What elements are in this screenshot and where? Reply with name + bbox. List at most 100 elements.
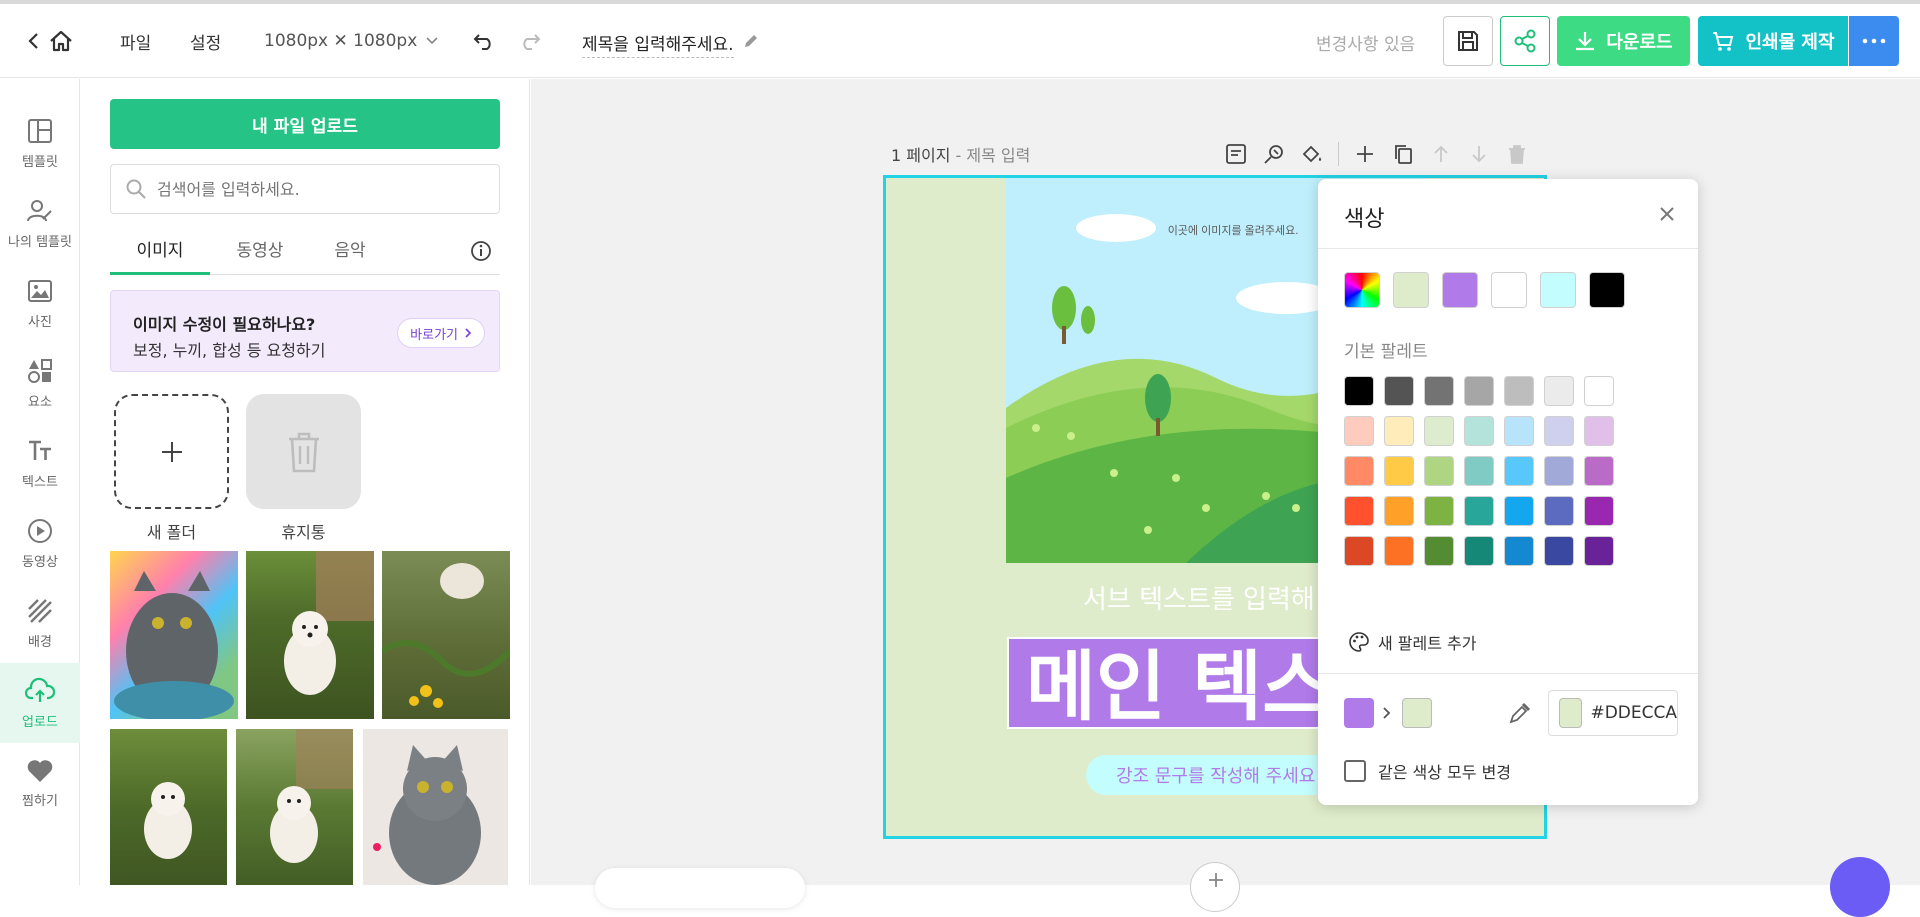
recent-color-swatch[interactable] xyxy=(1540,272,1576,308)
trash-button[interactable] xyxy=(246,394,361,509)
palette-color-swatch[interactable] xyxy=(1424,456,1454,486)
palette-color-swatch[interactable] xyxy=(1544,456,1574,486)
tab-images[interactable]: 이미지 xyxy=(110,229,210,275)
hex-value[interactable]: #DDECCA xyxy=(1590,703,1677,723)
palette-color-swatch[interactable] xyxy=(1344,456,1374,486)
palette-color-swatch[interactable] xyxy=(1504,456,1534,486)
palette-color-swatch[interactable] xyxy=(1584,416,1614,446)
canvas-size-select[interactable]: 1080px ✕ 1080px xyxy=(264,4,439,78)
duplicate-icon[interactable] xyxy=(1391,142,1415,166)
recent-color-swatch[interactable] xyxy=(1442,272,1478,308)
search-box[interactable] xyxy=(110,164,500,214)
add-page-button[interactable] xyxy=(1190,862,1240,912)
palette-color-swatch[interactable] xyxy=(1424,496,1454,526)
edit-title-button[interactable] xyxy=(742,4,760,78)
change-all-same-color-option[interactable]: 같은 색상 모두 변경 xyxy=(1344,759,1511,783)
palette-color-swatch[interactable] xyxy=(1544,536,1574,566)
recent-color-swatch[interactable] xyxy=(1491,272,1527,308)
sidebar-item-video[interactable]: 동영상 xyxy=(0,503,80,583)
sub-text[interactable]: 서브 텍스트를 입력해 주 xyxy=(1083,585,1347,615)
recent-color-swatch[interactable] xyxy=(1393,272,1429,308)
info-icon[interactable] xyxy=(470,240,492,262)
close-icon[interactable] xyxy=(1658,205,1676,223)
palette-color-swatch[interactable] xyxy=(1544,376,1574,406)
sidebar-item-templates[interactable]: 템플릿 xyxy=(0,103,80,183)
paint-bucket-icon[interactable] xyxy=(1300,142,1324,166)
upload-my-file-button[interactable]: 내 파일 업로드 xyxy=(110,99,500,149)
palette-color-swatch[interactable] xyxy=(1584,536,1614,566)
tab-videos[interactable]: 동영상 xyxy=(210,229,310,275)
change-all-checkbox[interactable] xyxy=(1344,760,1366,782)
palette-color-swatch[interactable] xyxy=(1504,496,1534,526)
emphasis-text[interactable]: 강조 문구를 작성해 주세요 xyxy=(1116,766,1315,787)
palette-color-swatch[interactable] xyxy=(1384,416,1414,446)
palette-color-swatch[interactable] xyxy=(1424,416,1454,446)
magic-wand-icon[interactable] xyxy=(1262,142,1286,166)
move-down-icon[interactable] xyxy=(1467,142,1491,166)
palette-color-swatch[interactable] xyxy=(1464,376,1494,406)
home-button[interactable] xyxy=(48,4,74,78)
image-thumb-cat-2[interactable] xyxy=(363,729,508,885)
palette-color-swatch[interactable] xyxy=(1504,416,1534,446)
palette-color-swatch[interactable] xyxy=(1504,536,1534,566)
image-thumb-dog-2[interactable] xyxy=(382,551,510,719)
sidebar-item-my-templates[interactable]: 나의 템플릿 xyxy=(0,183,80,263)
image-thumb-cat-1[interactable] xyxy=(110,551,238,719)
move-up-icon[interactable] xyxy=(1429,142,1453,166)
palette-color-swatch[interactable] xyxy=(1424,376,1454,406)
file-menu[interactable]: 파일 xyxy=(120,4,151,78)
palette-color-swatch[interactable] xyxy=(1344,536,1374,566)
search-input[interactable] xyxy=(157,179,477,199)
image-thumb-dog-1[interactable] xyxy=(246,551,374,719)
undo-button[interactable] xyxy=(472,4,496,78)
palette-color-swatch[interactable] xyxy=(1584,496,1614,526)
palette-color-swatch[interactable] xyxy=(1584,456,1614,486)
palette-color-swatch[interactable] xyxy=(1344,376,1374,406)
recent-color-swatch[interactable] xyxy=(1589,272,1625,308)
main-text[interactable]: 메인 텍스 xyxy=(1026,642,1332,731)
palette-color-swatch[interactable] xyxy=(1544,496,1574,526)
share-button[interactable] xyxy=(1500,16,1550,66)
palette-color-swatch[interactable] xyxy=(1584,376,1614,406)
palette-color-swatch[interactable] xyxy=(1344,496,1374,526)
palette-color-swatch[interactable] xyxy=(1384,456,1414,486)
print-button[interactable]: 인쇄물 제작 xyxy=(1698,16,1848,66)
more-button[interactable] xyxy=(1849,16,1899,66)
sidebar-item-upload[interactable]: 업로드 xyxy=(0,663,80,743)
eyedropper-icon[interactable] xyxy=(1507,700,1533,726)
palette-color-swatch[interactable] xyxy=(1384,376,1414,406)
note-icon[interactable] xyxy=(1224,142,1248,166)
new-folder-button[interactable] xyxy=(114,394,229,509)
zoom-control[interactable] xyxy=(595,868,805,908)
palette-color-swatch[interactable] xyxy=(1504,376,1534,406)
sidebar-item-background[interactable]: 배경 xyxy=(0,583,80,663)
palette-color-swatch[interactable] xyxy=(1464,536,1494,566)
palette-color-swatch[interactable] xyxy=(1464,496,1494,526)
save-button[interactable] xyxy=(1443,16,1493,66)
image-thumb-dog-4[interactable] xyxy=(236,729,353,885)
document-title[interactable]: 제목을 입력해주세요. xyxy=(582,30,734,58)
download-button[interactable]: 다운로드 xyxy=(1557,16,1690,66)
palette-color-swatch[interactable] xyxy=(1464,416,1494,446)
sidebar-item-favorites[interactable]: 찜하기 xyxy=(0,743,80,823)
palette-color-swatch[interactable] xyxy=(1384,496,1414,526)
redo-button[interactable] xyxy=(518,4,542,78)
hex-input[interactable]: #DDECCA xyxy=(1548,690,1678,736)
delete-page-icon[interactable] xyxy=(1505,142,1529,166)
palette-color-swatch[interactable] xyxy=(1344,416,1374,446)
palette-color-swatch[interactable] xyxy=(1424,536,1454,566)
palette-color-swatch[interactable] xyxy=(1464,456,1494,486)
image-thumb-dog-3[interactable] xyxy=(110,729,227,885)
sidebar-item-photos[interactable]: 사진 xyxy=(0,263,80,343)
add-palette-button[interactable]: 새 팔레트 추가 xyxy=(1348,630,1477,654)
settings-menu[interactable]: 설정 xyxy=(190,4,221,78)
palette-color-swatch[interactable] xyxy=(1384,536,1414,566)
chat-support-button[interactable] xyxy=(1830,857,1890,917)
add-page-icon[interactable] xyxy=(1353,142,1377,166)
tab-music[interactable]: 음악 xyxy=(300,229,400,275)
rainbow-custom-color-icon[interactable] xyxy=(1344,272,1380,308)
sidebar-item-elements[interactable]: 요소 xyxy=(0,343,80,423)
page-subtitle[interactable]: - 제목 입력 xyxy=(950,146,1031,165)
promo-go-button[interactable]: 바로가기 xyxy=(397,318,485,348)
sidebar-item-text[interactable]: 텍스트 xyxy=(0,423,80,503)
